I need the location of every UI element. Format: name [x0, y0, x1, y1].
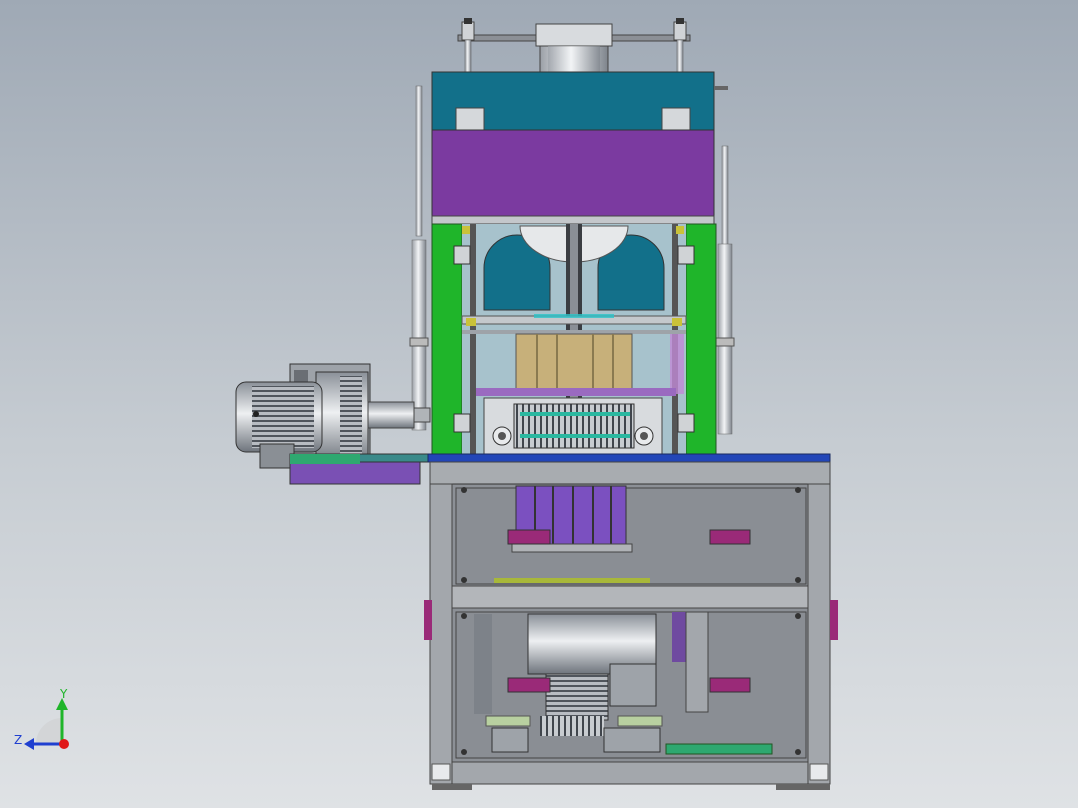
lower-cabinet-bay — [455, 611, 807, 759]
table-top — [427, 453, 831, 485]
drive-motor — [235, 363, 431, 469]
press-chamber — [431, 215, 717, 457]
z-axis-label: Z — [14, 733, 22, 747]
purple-crossbeam — [431, 129, 715, 217]
motor-support-bracket — [289, 453, 431, 485]
cad-viewport[interactable]: Y Z — [0, 0, 1078, 808]
coordinate-axis-triad: Y Z — [14, 687, 69, 750]
upper-cabinet-bay — [455, 485, 807, 585]
x-axis-dot — [59, 739, 69, 749]
teal-upper-housing — [431, 71, 728, 131]
y-axis-label: Y — [59, 687, 68, 701]
machine-assembly-drawing: Y Z — [14, 18, 838, 790]
